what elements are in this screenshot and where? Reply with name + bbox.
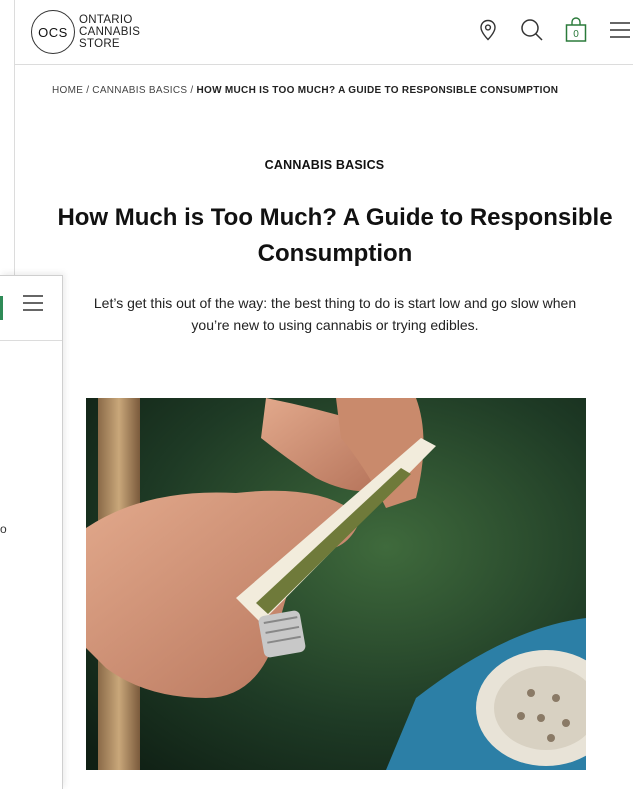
- article-intro: Let’s get this out of the way: the best …: [93, 295, 577, 333]
- hamburger-menu-icon[interactable]: [606, 16, 633, 44]
- main-window: OCS ONTARIO CANNABIS STORE 0 HOME / CANN…: [14, 0, 633, 788]
- background-window: o: [0, 275, 63, 789]
- site-header: OCS ONTARIO CANNABIS STORE 0: [15, 0, 633, 65]
- article-title: How Much is Too Much? A Guide to Respons…: [57, 204, 613, 267]
- logo-line-1: ONTARIO: [79, 14, 133, 26]
- background-text-fragment: o: [0, 522, 7, 536]
- breadcrumb: HOME / CANNABIS BASICS / HOW MUCH IS TOO MUC…: [52, 85, 558, 96]
- logo-wordmark: ONTARIO CANNABIS STORE: [79, 14, 140, 50]
- logo-badge: OCS: [31, 10, 75, 54]
- search-icon[interactable]: [518, 16, 546, 44]
- ocs-logo[interactable]: OCS ONTARIO CANNABIS STORE: [31, 10, 140, 54]
- location-pin-icon[interactable]: [474, 16, 502, 44]
- cart-count: 0: [573, 29, 579, 40]
- breadcrumb-separator: /: [86, 85, 90, 96]
- breadcrumb-current: HOW MUCH IS TOO MUCH? A GUIDE TO RESPONS…: [196, 85, 559, 96]
- breadcrumb-cannabis-basics[interactable]: CANNABIS BASICS: [92, 85, 187, 96]
- background-window-header: [0, 276, 62, 341]
- hero-image: [86, 398, 586, 770]
- article-category[interactable]: CANNABIS BASICS: [15, 158, 633, 172]
- logo-line-3: STORE: [79, 38, 120, 50]
- hamburger-menu-icon[interactable]: [22, 294, 44, 317]
- breadcrumb-home[interactable]: HOME: [52, 85, 83, 96]
- header-actions: 0: [458, 16, 633, 44]
- background-accent-bar: [0, 296, 3, 320]
- breadcrumb-separator: /: [190, 85, 194, 96]
- shopping-bag-icon[interactable]: 0: [562, 16, 590, 44]
- logo-line-2: CANNABIS: [79, 26, 141, 38]
